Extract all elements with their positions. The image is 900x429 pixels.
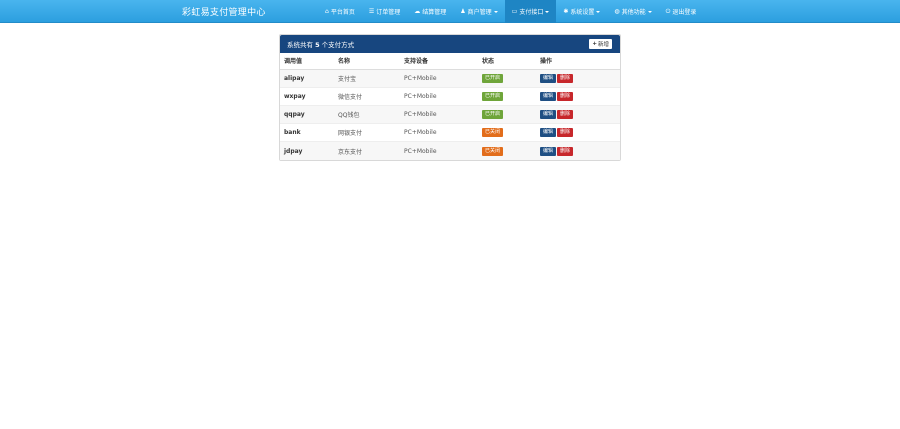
cell-device: PC+Mobile [400,86,478,106]
nav-item-other[interactable]: ◍ 其他功能 [607,0,658,23]
edit-button[interactable]: 编辑 [540,73,557,83]
nav-item-system-settings[interactable]: ✱ 系统设置 [556,0,607,23]
table-row: bank 网银支付 PC+Mobile 已关闭 编辑 删除 [280,123,620,142]
cell-code: alipay [280,68,334,88]
cell-name: 京东支付 [334,141,400,160]
globe-icon: ◍ [614,8,620,15]
power-icon: ⏻ [665,7,671,15]
brand-title[interactable]: 彩虹易支付管理中心 [182,5,266,18]
nav-item-label: 订单管理 [376,9,401,16]
panel-title: 系统共有 5 个支付方式 [287,39,354,49]
panel-heading: 系统共有 5 个支付方式 + 新增 [280,35,620,53]
nav-item-logout[interactable]: ⏻ 退出登录 [659,0,704,23]
cell-actions: 编辑 删除 [536,141,620,160]
column-header-status: 状态 [478,53,536,70]
nav-item-label: 结算管理 [422,9,447,16]
column-header-name: 名称 [334,53,400,70]
column-header-actions: 操作 [536,53,620,70]
cell-actions: 编辑 删除 [536,123,620,142]
panel-title-suffix: 个支付方式 [319,41,355,49]
cloud-icon: ☁ [414,8,421,15]
cell-name: QQ钱包 [334,104,400,124]
panel-title-prefix: 系统共有 [287,41,316,49]
status-badge[interactable]: 已开启 [482,109,504,119]
credit-card-icon: ▭ [511,8,518,15]
cell-name: 支付宝 [334,68,400,88]
chevron-down-icon [596,10,601,13]
cell-name: 微信支付 [334,86,400,106]
plus-icon: + [592,41,597,47]
cell-code: bank [280,123,334,142]
table-row: qqpay QQ钱包 PC+Mobile 已开启 编辑 删除 [280,104,620,124]
nav-item-payment-interface[interactable]: ▭ 支付接口 [504,0,557,23]
cell-device: PC+Mobile [400,104,478,124]
table-row: alipay 支付宝 PC+Mobile 已开启 编辑 删除 [280,68,620,88]
column-header-device: 支持设备 [400,53,478,70]
nav-item-merchants[interactable]: ♟ 商户管理 [453,0,504,23]
list-icon: ☰ [368,8,375,15]
nav-item-label: 商户管理 [467,9,492,16]
edit-button[interactable]: 编辑 [540,109,557,119]
top-navbar: 彩虹易支付管理中心 ⌂ 平台首页 ☰ 订单管理 ☁ 结算管理 ♟ 商户管理 ▭ … [0,0,900,23]
user-icon: ♟ [460,8,466,15]
table-row: jdpay 京东支付 PC+Mobile 已关闭 编辑 删除 [280,141,620,160]
delete-button[interactable]: 删除 [557,146,574,156]
cell-device: PC+Mobile [400,123,478,142]
status-badge[interactable]: 已关闭 [482,128,504,138]
delete-button[interactable]: 删除 [557,128,574,138]
status-badge[interactable]: 已开启 [482,91,504,101]
nav-item-label: 其他功能 [621,9,646,16]
cell-code: wxpay [280,86,334,106]
cell-status: 已关闭 [478,123,536,142]
nav-item-home[interactable]: ⌂ 平台首页 [318,0,362,23]
cell-status: 已开启 [478,86,536,106]
nav-item-label: 平台首页 [330,9,355,16]
edit-button[interactable]: 编辑 [540,128,557,138]
edit-button[interactable]: 编辑 [540,91,557,101]
cell-actions: 编辑 删除 [536,86,620,106]
cell-name: 网银支付 [334,123,400,142]
cell-device: PC+Mobile [400,68,478,88]
cell-code: jdpay [280,141,334,160]
column-header-code: 调用值 [280,53,334,70]
delete-button[interactable]: 删除 [557,73,574,83]
status-badge[interactable]: 已关闭 [482,146,504,156]
add-button-label: 新增 [597,42,609,48]
home-icon: ⌂ [325,8,329,15]
delete-button[interactable]: 删除 [557,109,574,119]
chevron-down-icon [493,10,498,13]
nav-item-orders[interactable]: ☰ 订单管理 [362,0,407,23]
cell-actions: 编辑 删除 [536,104,620,124]
nav-item-settlement[interactable]: ☁ 结算管理 [407,0,453,23]
main-nav: ⌂ 平台首页 ☰ 订单管理 ☁ 结算管理 ♟ 商户管理 ▭ 支付接口 ✱ 系统设… [318,0,703,23]
nav-item-label: 支付接口 [519,9,544,16]
table-row: wxpay 微信支付 PC+Mobile 已开启 编辑 删除 [280,86,620,106]
nav-item-label: 系统设置 [570,9,595,16]
settings-icon: ✱ [563,8,569,15]
chevron-down-icon [647,10,652,13]
cell-status: 已开启 [478,104,536,124]
cell-status: 已开启 [478,68,536,88]
payment-methods-panel: 系统共有 5 个支付方式 + 新增 调用值 名称 支持设备 状态 操作 alip… [279,34,621,161]
table-header-row: 调用值 名称 支持设备 状态 操作 [280,53,620,70]
chevron-down-icon [545,10,550,13]
nav-item-label: 退出登录 [672,9,697,16]
cell-actions: 编辑 删除 [536,68,620,88]
add-payment-button[interactable]: + 新增 [589,39,612,49]
status-badge[interactable]: 已开启 [482,73,504,83]
cell-device: PC+Mobile [400,141,478,160]
edit-button[interactable]: 编辑 [540,146,557,156]
cell-status: 已关闭 [478,141,536,160]
cell-code: qqpay [280,104,334,124]
payment-methods-table: 调用值 名称 支持设备 状态 操作 alipay 支付宝 PC+Mobile 已… [280,53,620,160]
delete-button[interactable]: 删除 [557,91,574,101]
